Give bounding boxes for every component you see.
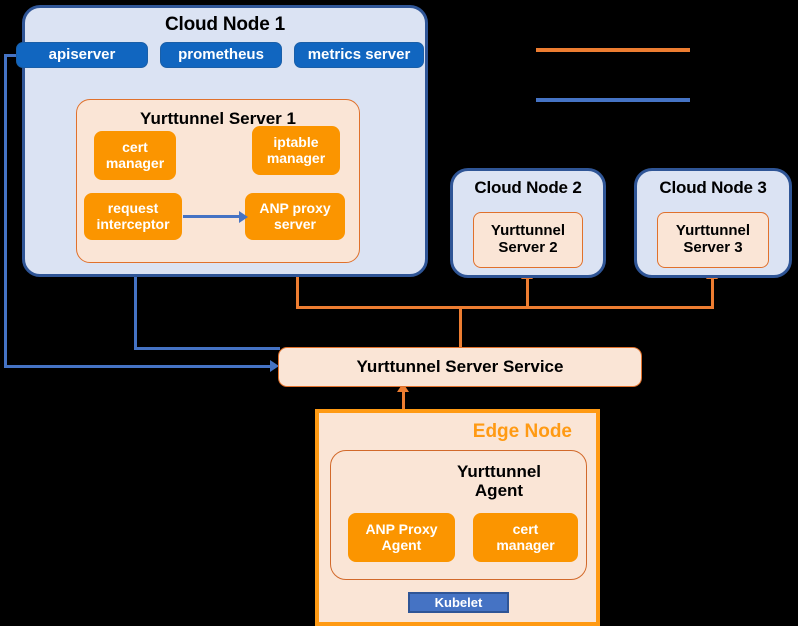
cert-manager-agent-line1: cert	[512, 521, 539, 538]
yurttunnel-server-3-box[interactable]: Yurttunnel Server 3	[657, 212, 769, 268]
legend-line-blue	[536, 98, 690, 102]
connector-interceptor-to-anp	[183, 215, 241, 218]
connector-orange-to-server-2	[526, 278, 529, 309]
request-interceptor-line1: request	[107, 200, 159, 217]
yurttunnel-server-2-box[interactable]: Yurttunnel Server 2	[473, 212, 583, 268]
yurttunnel-agent-title: Yurttunnel Agent	[439, 462, 559, 501]
anp-proxy-agent-line1: ANP Proxy	[365, 521, 438, 538]
apiserver-box[interactable]: apiserver	[16, 42, 148, 68]
legend-line-orange	[536, 48, 690, 52]
connector-orange-into-service	[459, 306, 462, 350]
yurttunnel-server-3-line2: Server 3	[683, 239, 743, 256]
anp-proxy-server-line2: server	[273, 215, 317, 232]
yurttunnel-server-2-line1: Yurttunnel	[490, 222, 566, 240]
anp-proxy-server-box[interactable]: ANP proxy server	[245, 193, 345, 240]
cloud-node-2-title: Cloud Node 2	[474, 178, 582, 197]
arrowhead-interceptor-to-anp	[239, 211, 248, 223]
yurttunnel-agent-title-line2: Agent	[474, 481, 524, 501]
kubelet-box[interactable]: Kubelet	[408, 592, 509, 613]
cloud-node-3-title: Cloud Node 3	[659, 178, 767, 197]
anp-proxy-server-line1: ANP proxy	[259, 200, 331, 217]
edge-node-title: Edge Node	[472, 421, 572, 442]
cert-manager-agent-box[interactable]: cert manager	[473, 513, 578, 562]
metrics-server-box[interactable]: metrics server	[294, 42, 424, 68]
yurttunnel-server-2-line2: Server 2	[498, 239, 558, 256]
yurttunnel-agent-title-line1: Yurttunnel	[456, 462, 542, 481]
connector-apiserver-to-service	[4, 365, 272, 368]
iptable-manager-line2: manager	[266, 149, 326, 166]
diagram-canvas: Cloud Node 1 apiserver prometheus metric…	[0, 0, 798, 626]
cert-manager-server-line1: cert	[122, 139, 148, 156]
iptable-manager-box[interactable]: iptable manager	[252, 126, 340, 175]
iptable-manager-line1: iptable	[273, 134, 319, 151]
prometheus-box[interactable]: prometheus	[160, 42, 282, 68]
yurttunnel-server-3-line1: Yurttunnel	[675, 222, 751, 240]
connector-orange-to-server-3	[711, 278, 714, 309]
cert-manager-agent-line2: manager	[496, 536, 555, 553]
cert-manager-server-line2: manager	[105, 154, 165, 171]
request-interceptor-box[interactable]: request interceptor	[84, 193, 182, 240]
connector-service-to-interceptor-h	[134, 347, 280, 350]
yurttunnel-server-service-bar[interactable]: Yurttunnel Server Service	[278, 347, 642, 387]
cloud-node-1-title: Cloud Node 1	[164, 14, 286, 35]
anp-proxy-agent-box[interactable]: ANP Proxy Agent	[348, 513, 455, 562]
request-interceptor-line2: interceptor	[96, 215, 170, 232]
cert-manager-server-box[interactable]: cert manager	[94, 131, 176, 180]
connector-apiserver-down	[4, 54, 7, 367]
anp-proxy-agent-line2: Agent	[381, 536, 422, 553]
connector-orange-trunk	[296, 306, 714, 309]
